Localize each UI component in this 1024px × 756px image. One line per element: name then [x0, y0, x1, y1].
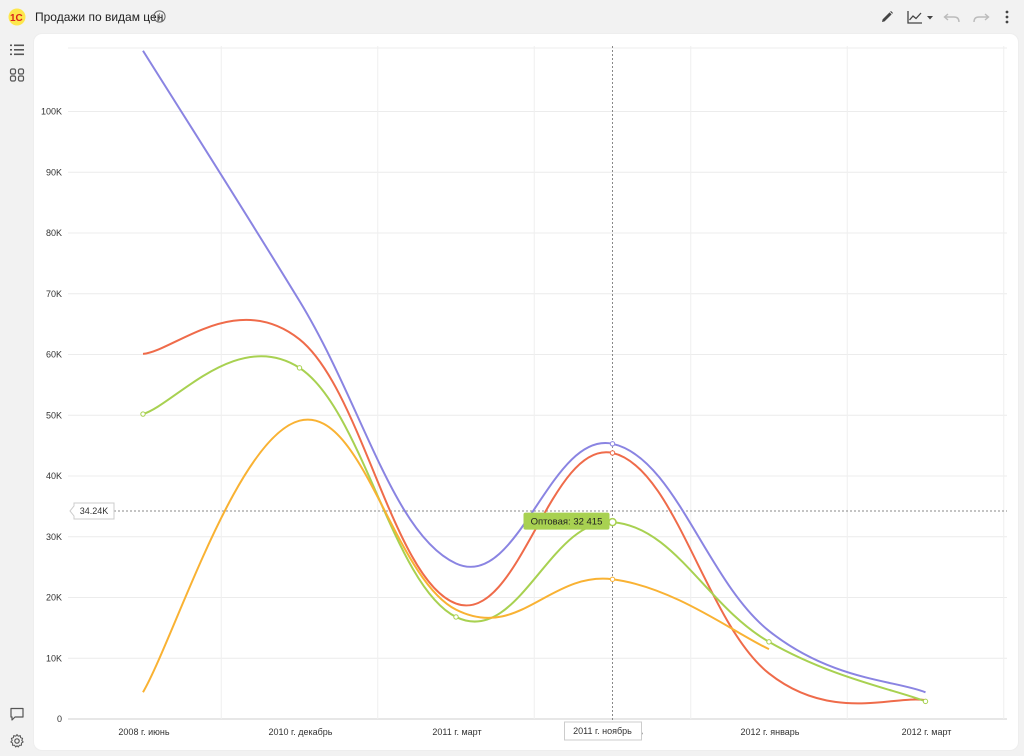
redo-button[interactable]: [971, 8, 991, 26]
group-icon[interactable]: [9, 67, 25, 83]
y-tick-label: 100K: [41, 107, 62, 117]
x-tick-label: 2008 г. июнь: [118, 727, 169, 737]
data-point[interactable]: [296, 365, 303, 371]
data-point[interactable]: [453, 614, 459, 620]
data-point[interactable]: [609, 576, 616, 582]
chevron-down-icon: [927, 16, 933, 20]
y-tick-label: 70K: [46, 289, 62, 299]
line-chart[interactable]: 0 10K 20K 30K 40K 50K 60K 70K 80K 90K 100K 2008 г. …: [34, 34, 1018, 750]
y-tick-label: 50K: [46, 410, 62, 420]
more-vertical-icon: [1005, 10, 1009, 24]
x-tick-label: 2011 г. март: [432, 727, 481, 737]
crosshair-x-label: 2011 г. ноябрь: [573, 726, 632, 736]
left-sidebar: [0, 34, 34, 756]
logo-text: 1С: [10, 13, 23, 24]
y-tick-label: 60K: [46, 350, 62, 360]
highlighted-data-point[interactable]: [608, 517, 617, 527]
chart-type-button[interactable]: [906, 8, 936, 26]
list-icon[interactable]: [9, 42, 25, 58]
data-point[interactable]: [766, 639, 772, 645]
info-circle-icon[interactable]: [153, 10, 166, 23]
pencil-icon: [882, 11, 893, 22]
more-button[interactable]: [1000, 8, 1014, 26]
undo-button[interactable]: [942, 8, 962, 26]
onec-logo-icon: 1С: [8, 8, 26, 26]
edit-button[interactable]: [878, 8, 896, 26]
y-tick-label: 20K: [46, 593, 62, 603]
y-tick-label: 10K: [46, 653, 62, 663]
settings-icon[interactable]: [9, 733, 25, 749]
header-bar: 1С Продажи по видам цен: [0, 0, 1024, 34]
x-tick-label: 2012 г. январь: [741, 727, 800, 737]
tooltip-text: Оптовая: 32 415: [531, 517, 603, 528]
data-point[interactable]: [609, 441, 616, 447]
y-tick-label: 80K: [46, 228, 62, 238]
data-point[interactable]: [922, 698, 929, 705]
x-tick-label: 2012 г. март: [902, 727, 952, 737]
x-tick-label: 2010 г. декабрь: [269, 727, 333, 737]
page-title: Продажи по видам цен: [35, 10, 164, 24]
data-point[interactable]: [609, 450, 616, 456]
y-tick-label: 0: [57, 714, 62, 724]
line-chart-icon: [907, 11, 933, 24]
comment-icon[interactable]: [9, 706, 25, 722]
chart-panel: 0 10K 20K 30K 40K 50K 60K 70K 80K 90K 100K 2008 г. …: [34, 34, 1018, 750]
undo-icon: [943, 13, 960, 23]
data-point[interactable]: [140, 411, 146, 417]
crosshair-y-label: 34.24K: [80, 506, 109, 516]
y-tick-label: 40K: [46, 471, 62, 481]
y-tick-label: 30K: [46, 532, 62, 542]
y-tick-label: 90K: [46, 167, 62, 177]
redo-icon: [973, 13, 990, 23]
